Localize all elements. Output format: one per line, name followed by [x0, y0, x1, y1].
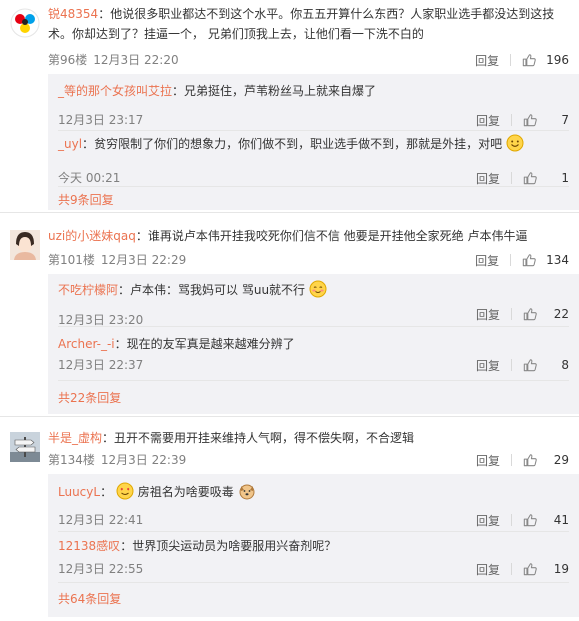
- more-replies-link[interactable]: 共64条回复: [58, 591, 121, 607]
- reply-text: 卢本伟：骂我妈可以 骂uu就不行: [130, 283, 306, 297]
- thumbs-up-icon[interactable]: [523, 171, 537, 185]
- like-count: 8: [561, 358, 569, 372]
- comment-body: uzi的小迷妹qaq：谁再说卢本伟开挂我咬死你们信不信 他要是开挂他全家死绝 卢…: [48, 229, 528, 243]
- comment-time: 12月3日 22:39: [100, 453, 187, 467]
- thumbs-up-icon[interactable]: [523, 307, 537, 321]
- comment-time: 12月3日 22:29: [100, 253, 187, 267]
- comment-meta: 第96楼 12月3日 22:20: [48, 52, 179, 68]
- comment-actions: 回复 29: [476, 452, 569, 468]
- reply-actions: 回复 8: [476, 357, 569, 373]
- heart-eyes-emoji-icon: [116, 482, 134, 500]
- avatar[interactable]: [10, 8, 40, 38]
- reply-text: 世界顶尖运动员为啥要服用兴奋剂呢？: [132, 539, 337, 553]
- like-count: 134: [546, 253, 569, 267]
- like-count: 19: [553, 562, 569, 576]
- thread-divider: [0, 212, 579, 213]
- action-separator: [510, 54, 512, 66]
- reply-author[interactable]: 不吃柠檬阿: [58, 283, 118, 297]
- thumbs-up-icon[interactable]: [522, 253, 536, 267]
- dog-emoji-icon: [239, 484, 255, 500]
- thumbs-up-icon[interactable]: [523, 513, 537, 527]
- comment-meta: 第101楼 12月3日 22:29: [48, 252, 186, 268]
- reply-text: 兄弟挺住，芦苇粉丝马上就来自爆了: [184, 84, 377, 98]
- reply-button[interactable]: 回复: [476, 170, 500, 187]
- comment-author[interactable]: uzi的小迷妹qaq: [48, 229, 136, 243]
- more-replies-link[interactable]: 共22条回复: [58, 390, 121, 406]
- like-count: 1: [561, 171, 569, 185]
- comment-actions: 回复 196: [475, 52, 569, 68]
- reply-time: 12月3日 22:41: [58, 513, 144, 527]
- comment-text: 他说很多职业都达不到这个水平。你五五开算什么东西？人家职业选手都没达到这技: [110, 7, 555, 21]
- like-count: 7: [561, 113, 569, 127]
- avatar[interactable]: [10, 230, 40, 260]
- replies-box: LuucyL： 房祖名为啥要吸毒 12月3日 22:41 回复 41 12138…: [48, 474, 579, 617]
- reply-actions: 回复 1: [476, 170, 569, 186]
- reply-actions: 回复 19: [476, 561, 569, 577]
- comment-feed: 锐48354：他说很多职业都达不到这个水平。你五五开算什么东西？人家职业选手都没…: [0, 0, 579, 621]
- reply-time: 12月3日 23:17: [58, 113, 144, 127]
- thread-divider: [0, 416, 579, 417]
- like-count: 29: [553, 453, 569, 467]
- reply-actions: 回复 7: [476, 112, 569, 128]
- replies-box: 不吃柠檬阿：卢本伟：骂我妈可以 骂uu就不行 12月3日 23:20 回复 22: [48, 274, 579, 414]
- smiley-emoji-icon: [506, 134, 524, 152]
- floor-number: 第134楼: [48, 453, 95, 467]
- more-replies-link[interactable]: 共9条回复: [58, 192, 114, 208]
- blush-emoji-icon: [309, 280, 327, 298]
- thumbs-up-icon[interactable]: [522, 53, 536, 67]
- reply-time: 12月3日 22:55: [58, 562, 144, 576]
- comment-text-continued: 术。你却达到了？挂逼一个， 兄弟们顶我上去，让他们看一下洗不白的: [48, 27, 424, 41]
- reply-time: 12月3日 22:37: [58, 358, 144, 372]
- reply-author[interactable]: 12138感叹: [58, 539, 120, 553]
- thumbs-up-icon[interactable]: [523, 358, 537, 372]
- floor-number: 第101楼: [48, 253, 95, 267]
- comment-text: 丑开不需要用开挂来维持人气啊，得不偿失啊，不合逻辑: [114, 431, 415, 445]
- reply-button[interactable]: 回复: [476, 452, 500, 469]
- thumbs-up-icon[interactable]: [523, 113, 537, 127]
- comment-author[interactable]: 锐48354: [48, 7, 98, 21]
- comment-actions: 回复 134: [475, 252, 569, 268]
- comment-author[interactable]: 半是_虚构: [48, 431, 102, 445]
- comment-text: 谁再说卢本伟开挂我咬死你们信不信 他要是开挂他全家死绝 卢本伟牛逼: [147, 229, 528, 243]
- reply-author[interactable]: Archer-_-i: [58, 337, 115, 351]
- reply-button[interactable]: 回复: [476, 306, 500, 323]
- comment-body: 锐48354：他说很多职业都达不到这个水平。你五五开算什么东西？人家职业选手都没…: [48, 7, 555, 41]
- thumbs-up-icon[interactable]: [523, 562, 537, 576]
- reply-divider: [58, 130, 569, 131]
- reply-text: 现在的友军真是越来越难分辨了: [126, 337, 295, 351]
- reply-button[interactable]: 回复: [476, 561, 500, 578]
- thumbs-up-icon[interactable]: [523, 453, 537, 467]
- reply-text: 房祖名为啥要吸毒: [137, 485, 234, 499]
- reply-button[interactable]: 回复: [475, 52, 499, 69]
- like-count: 22: [553, 307, 569, 321]
- like-count: 41: [553, 513, 569, 527]
- comment-time: 12月3日 22:20: [93, 53, 179, 67]
- reply-author[interactable]: _等的那个女孩叫艾拉: [58, 84, 172, 98]
- reply-author[interactable]: LuucyL: [58, 485, 100, 499]
- comment-meta: 第134楼 12月3日 22:39: [48, 452, 186, 468]
- reply-author[interactable]: _uyl: [58, 137, 82, 151]
- reply-text: 贫穷限制了你们的想象力，你们做不到，职业选手做不到，那就是外挂，对吧: [94, 137, 503, 151]
- reply-actions: 回复 41: [476, 512, 569, 528]
- reply-time: 今天 00:21: [58, 171, 121, 185]
- replies-box: _等的那个女孩叫艾拉：兄弟挺住，芦苇粉丝马上就来自爆了 12月3日 23:17 …: [48, 74, 579, 210]
- avatar[interactable]: [10, 432, 40, 462]
- floor-number: 第96楼: [48, 53, 88, 67]
- reply-button[interactable]: 回复: [476, 112, 500, 129]
- like-count: 196: [546, 53, 569, 67]
- reply-button[interactable]: 回复: [476, 512, 500, 529]
- reply-button[interactable]: 回复: [476, 357, 500, 374]
- reply-button[interactable]: 回复: [475, 252, 499, 269]
- reply-actions: 回复 22: [476, 306, 569, 322]
- comment-body: 半是_虚构：丑开不需要用开挂来维持人气啊，得不偿失啊，不合逻辑: [48, 431, 415, 445]
